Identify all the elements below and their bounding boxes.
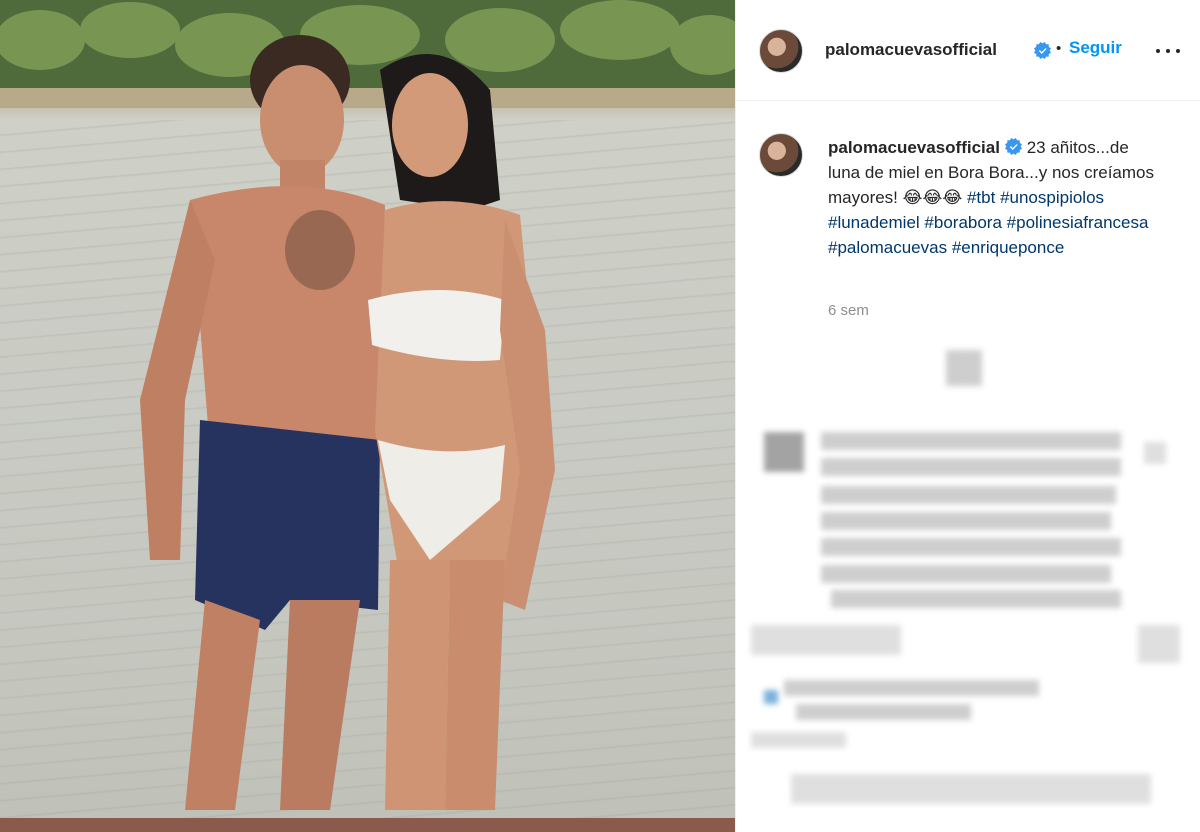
blurred-meta — [751, 732, 846, 748]
verified-badge-icon — [1004, 138, 1022, 155]
blurred-comment-line — [784, 680, 1039, 696]
author-avatar[interactable] — [759, 29, 803, 73]
blurred-comment-line — [821, 538, 1121, 556]
hashtag-link[interactable]: #tbt — [967, 188, 995, 207]
caption-avatar[interactable] — [759, 133, 803, 177]
blurred-comment-line — [831, 590, 1121, 608]
post-timestamp: 6 sem — [828, 302, 869, 319]
hashtag-link[interactable]: #unospipiolos — [1000, 188, 1104, 207]
blurred-comment-line — [821, 432, 1121, 450]
blurred-comment-line — [821, 565, 1111, 583]
blurred-comment-line — [821, 486, 1116, 504]
photo-border — [0, 818, 735, 832]
follow-button[interactable]: Seguir — [1069, 38, 1122, 58]
blurred-avatar — [764, 690, 778, 704]
blurred-like-icon — [1144, 442, 1166, 464]
blurred-meta — [791, 774, 1151, 804]
hashtag-link[interactable]: #borabora — [924, 213, 1002, 232]
post-header: palomacuevasofficial • Seguir — [736, 0, 1200, 101]
header-username[interactable]: palomacuevasofficial — [825, 40, 997, 60]
header-separator: • — [1056, 40, 1062, 57]
blurred-avatar — [764, 432, 804, 472]
photo-illustration — [0, 0, 735, 810]
post-photo[interactable] — [0, 0, 735, 832]
hashtag-link[interactable]: #polinesiafrancesa — [1007, 213, 1149, 232]
caption-username[interactable]: palomacuevasofficial — [828, 138, 1000, 157]
verified-badge-icon — [1034, 42, 1051, 59]
more-options-icon[interactable] — [1154, 36, 1182, 64]
post-sidebar: palomacuevasofficial • Seguir palomacuev… — [735, 0, 1200, 832]
post-caption: palomacuevasofficial 23 añitos...de luna… — [828, 135, 1158, 260]
hashtag-link[interactable]: #lunademiel — [828, 213, 920, 232]
blurred-like-icon — [1138, 625, 1180, 663]
hashtag-link[interactable]: #enriqueponce — [952, 238, 1064, 257]
blurred-comment-line — [821, 458, 1121, 476]
blurred-avatar — [946, 350, 982, 386]
blurred-comment-line — [821, 512, 1111, 530]
blurred-meta — [751, 625, 901, 655]
hashtag-link[interactable]: #palomacuevas — [828, 238, 947, 257]
blurred-comment-line — [796, 704, 971, 720]
